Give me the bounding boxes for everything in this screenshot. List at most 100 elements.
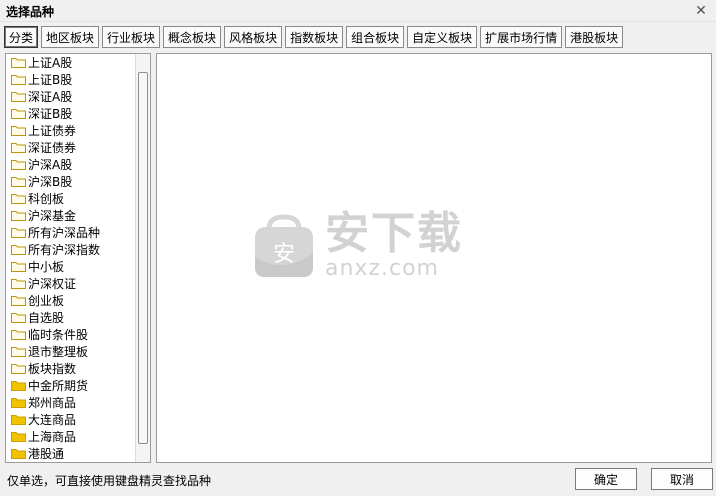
tree-item-label: 上证A股 xyxy=(28,56,73,70)
folder-icon xyxy=(11,74,26,85)
tree-item-label: 郑州商品 xyxy=(28,396,77,410)
tree-item[interactable]: 港股通 xyxy=(6,445,136,462)
tree-item-label: 沪深基金 xyxy=(28,209,77,223)
tree-item[interactable]: 中金所期货 xyxy=(6,377,136,394)
folder-icon xyxy=(11,91,26,102)
folder-icon xyxy=(11,329,26,340)
tab-portfolio[interactable]: 组合板块 xyxy=(346,26,405,48)
folder-icon xyxy=(11,295,26,306)
folder-icon xyxy=(11,397,26,408)
tree-item[interactable]: 创业板 xyxy=(6,292,136,309)
tree-item[interactable]: 上证B股 xyxy=(6,71,136,88)
tree-item[interactable]: 郑州商品 xyxy=(6,394,136,411)
security-list-pane[interactable]: 安 安下载 anxz.com xyxy=(156,53,712,463)
folder-icon xyxy=(11,159,26,170)
watermark-text: 安下载 anxz.com xyxy=(325,211,463,281)
tab-region[interactable]: 地区板块 xyxy=(41,26,100,48)
tree-item-label: 所有沪深品种 xyxy=(28,226,101,240)
tree-item[interactable]: 沪深权证 xyxy=(6,275,136,292)
tab-style[interactable]: 风格板块 xyxy=(224,26,283,48)
folder-icon xyxy=(11,244,26,255)
tree-item[interactable]: 自选股 xyxy=(6,309,136,326)
tree-item-label: 沪深B股 xyxy=(28,175,73,189)
tree-item-label: 上海商品 xyxy=(28,430,77,444)
tree-item[interactable]: 上证A股 xyxy=(6,54,136,71)
folder-icon xyxy=(11,125,26,136)
folder-icon xyxy=(11,448,26,459)
folder-icon xyxy=(11,431,26,442)
cancel-button[interactable]: 取消 xyxy=(651,468,713,490)
category-tree: 上证A股上证B股深证A股深证B股上证债券深证债券沪深A股沪深B股科创板沪深基金所… xyxy=(6,54,136,462)
tree-item-label: 大连商品 xyxy=(28,413,77,427)
folder-icon xyxy=(11,414,26,425)
svg-text:安: 安 xyxy=(273,242,295,267)
folder-icon xyxy=(11,108,26,119)
tree-item[interactable]: 板块指数 xyxy=(6,360,136,377)
watermark: 安 安下载 anxz.com xyxy=(249,206,479,286)
folder-icon xyxy=(11,57,26,68)
tree-item-label: 自选股 xyxy=(28,311,65,325)
tree-scrollbar[interactable] xyxy=(135,54,150,462)
tree-item-label: 深证A股 xyxy=(28,90,73,104)
tree-item[interactable]: 沪深B股 xyxy=(6,173,136,190)
tree-item[interactable]: 所有沪深指数 xyxy=(6,241,136,258)
folder-icon xyxy=(11,193,26,204)
tree-item-label: 上证债券 xyxy=(28,124,77,138)
folder-icon xyxy=(11,346,26,357)
status-hint: 仅单选，可直接使用键盘精灵查找品种 xyxy=(7,474,212,488)
tab-custom[interactable]: 自定义板块 xyxy=(407,26,478,48)
category-tabs: 分类 地区板块 行业板块 概念板块 风格板块 指数板块 组合板块 自定义板块 扩… xyxy=(4,26,626,48)
tree-item[interactable]: 中小板 xyxy=(6,258,136,275)
tab-industry[interactable]: 行业板块 xyxy=(102,26,161,48)
watermark-logo-icon: 安 xyxy=(255,214,313,277)
folder-icon xyxy=(11,261,26,272)
watermark-text-cn: 安下载 xyxy=(325,208,463,259)
tree-item-label: 深证B股 xyxy=(28,107,73,121)
folder-icon xyxy=(11,278,26,289)
tab-hk-stocks[interactable]: 港股板块 xyxy=(565,26,624,48)
tree-item[interactable]: 临时条件股 xyxy=(6,326,136,343)
category-tree-pane: 上证A股上证B股深证A股深证B股上证债券深证债券沪深A股沪深B股科创板沪深基金所… xyxy=(5,53,151,463)
tree-item-label: 所有沪深指数 xyxy=(28,243,101,257)
tree-item-label: 退市整理板 xyxy=(28,345,89,359)
tab-concept[interactable]: 概念板块 xyxy=(163,26,222,48)
tree-item-label: 沪深权证 xyxy=(28,277,77,291)
scrollbar-thumb[interactable] xyxy=(138,72,148,444)
folder-icon xyxy=(11,176,26,187)
title-bar: 选择品种 ✕ xyxy=(0,0,716,22)
tree-item[interactable]: 沪深基金 xyxy=(6,207,136,224)
folder-icon xyxy=(11,210,26,221)
tab-category[interactable]: 分类 xyxy=(4,26,39,48)
watermark-text-en: anxz.com xyxy=(325,256,439,281)
ok-button[interactable]: 确定 xyxy=(575,468,637,490)
tree-item[interactable]: 所有沪深品种 xyxy=(6,224,136,241)
folder-icon xyxy=(11,227,26,238)
tree-item-label: 创业板 xyxy=(28,294,65,308)
tab-extended-market[interactable]: 扩展市场行情 xyxy=(480,26,563,48)
tree-item[interactable]: 深证B股 xyxy=(6,105,136,122)
tree-item-label: 上证B股 xyxy=(28,73,73,87)
tree-item-label: 中小板 xyxy=(28,260,65,274)
tree-item-label: 临时条件股 xyxy=(28,328,89,342)
folder-icon xyxy=(11,142,26,153)
tree-item[interactable]: 深证A股 xyxy=(6,88,136,105)
tree-item[interactable]: 上海商品 xyxy=(6,428,136,445)
tree-item-label: 港股通 xyxy=(28,447,65,461)
tree-item[interactable]: 退市整理板 xyxy=(6,343,136,360)
folder-icon xyxy=(11,363,26,374)
folder-icon xyxy=(11,380,26,391)
tab-index[interactable]: 指数板块 xyxy=(285,26,344,48)
tree-item-label: 深证债券 xyxy=(28,141,77,155)
tree-item[interactable]: 大连商品 xyxy=(6,411,136,428)
tree-item[interactable]: 科创板 xyxy=(6,190,136,207)
tree-item[interactable]: 深证债券 xyxy=(6,139,136,156)
tree-item-label: 中金所期货 xyxy=(28,379,89,393)
window-title: 选择品种 xyxy=(6,5,55,19)
tree-item[interactable]: 上证债券 xyxy=(6,122,136,139)
tree-item-label: 沪深A股 xyxy=(28,158,73,172)
folder-icon xyxy=(11,312,26,323)
close-icon[interactable]: ✕ xyxy=(688,0,714,22)
tree-item-label: 科创板 xyxy=(28,192,65,206)
tree-item[interactable]: 沪深A股 xyxy=(6,156,136,173)
tree-item-label: 板块指数 xyxy=(28,362,77,376)
